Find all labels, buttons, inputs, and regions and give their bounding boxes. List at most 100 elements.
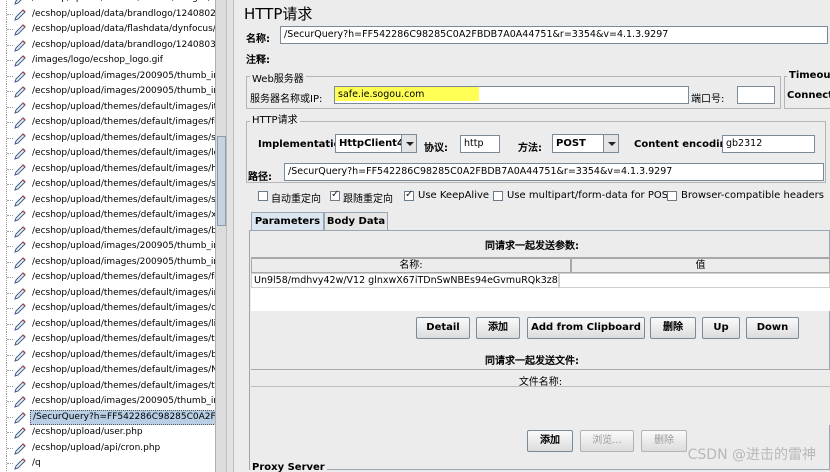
multipart-checkbox[interactable] — [493, 191, 503, 201]
tree-scrollbar-thumb[interactable] — [217, 136, 226, 226]
follow-redirect-checkbox[interactable] — [330, 189, 340, 201]
tree-item[interactable]: /ecshop/upload/themes/default/images/sal… — [0, 130, 215, 147]
impl-select[interactable]: HttpClient4 — [335, 134, 417, 153]
sampler-pencil-icon — [14, 334, 26, 346]
tab-parameters[interactable]: Parameters — [251, 212, 324, 231]
sampler-pencil-icon — [14, 132, 26, 145]
tree-item[interactable]: /ecshop/upload/themes/default/images/fou… — [0, 270, 215, 286]
tree-item-label: /ecshop/upload/themes/default/images/fou… — [32, 272, 215, 282]
tree-item[interactable]: /ecshop/upload/themes/default/images/cat… — [0, 301, 215, 317]
params-col-value: 值 — [571, 258, 830, 273]
port-input[interactable] — [737, 86, 775, 104]
tree-item-label: /ecshop/upload/images/200905/thumb_img/2… — [32, 396, 215, 406]
tree-item[interactable]: /ecshop/upload/images/200905/thumb_img/3… — [0, 68, 215, 85]
tree-item[interactable]: /ecshop/upload/themes/default/images/ite… — [0, 99, 215, 116]
param-name-cell[interactable]: Un9l58/mdhvy42w/V12 glnxwX67iTDnSwNBEs94… — [251, 273, 559, 288]
tree-item[interactable]: /ecshop/upload/api/cron.php — [0, 440, 215, 457]
test-plan-tree[interactable]: /ecshop/upload/themes/default/images/bnt… — [0, 0, 215, 472]
tree-item[interactable]: /ecshop/upload/themes/default/images/xml… — [0, 208, 215, 224]
tree-item[interactable]: /ecshop/upload/data/flashdata/dynfocus/d… — [0, 22, 215, 38]
tree-item-label: /ecshop/upload/themes/default/images/log… — [32, 148, 215, 158]
tree-item[interactable]: /ecshop/upload/themes/default/images/sal… — [0, 177, 215, 193]
name-label: 名称: — [246, 34, 270, 45]
tree-item-label: /q — [32, 458, 41, 468]
split-divider[interactable] — [226, 0, 234, 472]
name-input[interactable]: /SecurQuery?h=FF542286C98285C0A2FBDB7A0A… — [280, 26, 828, 44]
server-label: 服务器名称或IP: — [250, 94, 323, 105]
tree-item[interactable]: /ecshop/upload/themes/default/images/log… — [0, 146, 215, 162]
server-input[interactable]: safe.ie.sogou.com — [334, 86, 689, 104]
keepalive-checkbox[interactable] — [404, 189, 414, 201]
sampler-pencil-icon — [14, 303, 26, 315]
tree-item-label: /ecshop/upload/themes/default/images/xml… — [32, 210, 215, 220]
tree-item-label: /ecshop/upload/themes/default/images/inp… — [32, 287, 215, 298]
tree-item[interactable]: /q — [0, 456, 215, 472]
tree-item-label: /ecshop/upload/themes/default/images/cat… — [32, 303, 215, 313]
tree-item-label: /SecurQuery?h=FF542286C98285C0A2FBDB — [30, 409, 215, 425]
tree-item[interactable]: /ecshop/upload/themes/default/images/Nav… — [0, 363, 215, 379]
tree-item[interactable]: /ecshop/upload/data/brandlogo/1240802922… — [0, 6, 215, 23]
tree-item[interactable]: /images/logo/ecshop_logo.gif — [0, 53, 215, 69]
tree-item[interactable]: /ecshop/upload/images/200905/thumb_img/1… — [0, 239, 215, 255]
tree-item-label: /ecshop/upload/themes/default/images/sal… — [32, 179, 215, 189]
tree-item[interactable]: /ecshop/upload/themes/default/images/top… — [0, 378, 215, 395]
method-label: 方法: — [518, 143, 542, 154]
page-title: HTTP请求 — [244, 5, 313, 23]
detail-button[interactable]: Detail — [416, 317, 470, 339]
connect-label: Connect: — [787, 90, 830, 101]
tab-body-data[interactable]: Body Data — [324, 212, 388, 230]
add-from-clipboard-button[interactable]: Add from Clipboard — [527, 317, 645, 339]
chevron-down-icon[interactable] — [603, 135, 618, 152]
down-button[interactable]: Down — [746, 317, 799, 339]
tree-item[interactable]: /ecshop/upload/data/brandlogo/1240803062… — [0, 37, 215, 54]
tree-item[interactable]: /ecshop/upload/themes/default/images/hel… — [0, 161, 215, 178]
tree-item-label: /ecshop/upload/themes/default/images/box… — [32, 349, 215, 360]
tree-item[interactable]: /ecshop/upload/themes/default/images/foo… — [0, 115, 215, 131]
tree-item[interactable]: /ecshop/upload/themes/default/images/bnt… — [0, 223, 215, 240]
method-select[interactable]: POST — [552, 134, 619, 153]
sampler-pencil-icon — [14, 0, 22, 5]
param-value-cell[interactable] — [559, 273, 830, 288]
encoding-input[interactable]: gb2312 — [722, 135, 815, 153]
tree-item[interactable]: /ecshop/upload/images/200905/thumb_img/8… — [0, 84, 215, 100]
sampler-pencil-icon — [14, 442, 26, 455]
tree-item[interactable]: /SecurQuery?h=FF542286C98285C0A2FBDB — [0, 409, 215, 426]
tree-item[interactable]: /ecshop/upload/themes/default/images/lin… — [0, 316, 215, 333]
delete-file-button[interactable]: 删除 — [641, 430, 687, 452]
tree-item[interactable]: /ecshop/upload/images/200905/thumb_img/1… — [0, 254, 215, 271]
sampler-pencil-icon — [14, 256, 26, 269]
tree-item[interactable]: /ecshop/upload/themes/default/images/inp… — [0, 285, 215, 302]
tree-item-label: /ecshop/upload/themes/default/images/ite… — [32, 101, 215, 112]
auto-redirect-checkbox[interactable] — [258, 191, 268, 201]
delete-param-button[interactable]: 删除 — [650, 317, 696, 339]
tree-item-label: /ecshop/upload/images/200905/thumb_img/1… — [32, 241, 215, 251]
tree-item[interactable]: /ecshop/upload/images/200905/thumb_img/2… — [0, 394, 215, 410]
add-param-button[interactable]: 添加 — [476, 317, 520, 339]
browse-button[interactable]: 浏览... — [580, 430, 634, 452]
up-button[interactable]: Up — [702, 317, 740, 339]
tree-item-label: /ecshop/upload/themes/default/images/foo… — [32, 117, 215, 127]
browser-headers-checkbox[interactable] — [667, 191, 677, 201]
tree-item[interactable]: /ecshop/upload/themes/default/images/box… — [0, 347, 215, 364]
tree-item-label: /ecshop/upload/themes/default/images/hel… — [32, 163, 215, 174]
sampler-pencil-icon — [14, 365, 26, 377]
tree-item-label: /ecshop/upload/themes/default/images/lin… — [32, 318, 215, 329]
method-value: POST — [556, 138, 586, 149]
sampler-pencil-icon — [14, 396, 26, 408]
add-file-button[interactable]: 添加 — [527, 430, 573, 452]
multipart-label: Use multipart/form-data for POST — [507, 190, 675, 201]
tree-item[interactable]: /ecshop/upload/themes/default/images/sal… — [0, 192, 215, 209]
params-caption: 同请求一起发送参数: — [485, 241, 579, 252]
tree-item-label: /ecshop/upload/data/brandlogo/1240802922… — [32, 8, 215, 19]
protocol-label: 协议: — [424, 143, 448, 154]
tree-item[interactable]: /ecshop/upload/user.php — [0, 425, 215, 441]
path-input[interactable]: /SecurQuery?h=FF542286C98285C0A2FBDB7A0A… — [284, 163, 824, 181]
tree-scrollbar[interactable] — [215, 0, 226, 472]
auto-redirect-label: 自动重定向 — [271, 194, 321, 205]
protocol-input[interactable]: http — [460, 135, 500, 153]
impl-value: HttpClient4 — [339, 138, 404, 149]
chevron-down-icon[interactable] — [401, 135, 416, 152]
tree-item[interactable]: /ecshop/upload/themes/default/images/top… — [0, 332, 215, 348]
files-caption: 同请求一起发送文件: — [485, 356, 579, 367]
sampler-pencil-icon — [14, 210, 26, 222]
